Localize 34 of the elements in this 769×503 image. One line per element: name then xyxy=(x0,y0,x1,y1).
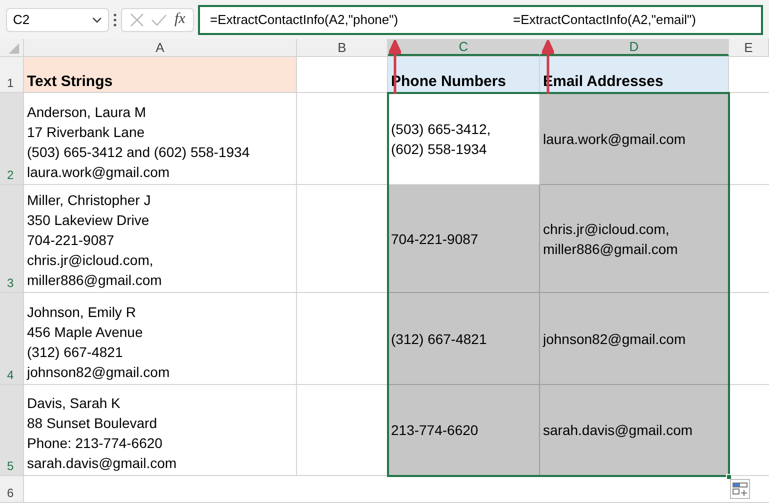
result-cell[interactable]: 704-221-9087 xyxy=(388,185,540,293)
column-header[interactable]: E xyxy=(729,39,769,56)
result-cell[interactable]: chris.jr@icloud.com, miller886@gmail.com xyxy=(540,185,729,293)
checkmark-icon[interactable] xyxy=(151,14,168,26)
result-cell[interactable]: (312) 667-4821 xyxy=(388,293,540,385)
row-header[interactable]: 1 xyxy=(0,57,24,93)
formula-bar[interactable]: =ExtractContactInfo(A2,"phone") =ExtractContactInfo(A2,"email") xyxy=(198,4,763,34)
cancel-icon[interactable] xyxy=(130,12,144,26)
result-cell[interactable]: laura.work@gmail.com xyxy=(540,93,729,185)
paste-options-icon[interactable] xyxy=(730,479,750,499)
result-cell[interactable]: (503) 665-3412, (602) 558-1934 xyxy=(388,93,540,185)
column-header[interactable]: C xyxy=(388,39,540,56)
formula-text: =ExtractContactInfo(A2,"email") xyxy=(513,10,696,29)
row-header[interactable]: 4 xyxy=(0,293,24,385)
row-header[interactable]: 3 xyxy=(0,185,24,293)
result-cell[interactable]: 213-774-6620 xyxy=(388,385,540,476)
column-header[interactable]: A xyxy=(24,39,297,56)
chevron-down-icon xyxy=(92,16,102,22)
insert-function-button[interactable]: fx xyxy=(174,8,186,31)
row-header[interactable]: 6 xyxy=(0,476,24,503)
text-cell: Miller, Christopher J 350 Lakeview Drive 704-221-9087 chris.jr@icloud.com, miller886@gmail.com xyxy=(24,185,297,293)
text-cell: Anderson, Laura M 17 Riverbank Lane (503) 665-3412 and (602) 558-1934 laura.work@gmail.com xyxy=(24,93,297,185)
name-box[interactable]: C2 xyxy=(6,8,109,32)
column-header[interactable]: D xyxy=(540,39,729,56)
result-cell[interactable]: johnson82@gmail.com xyxy=(540,293,729,385)
text-cell: Davis, Sarah K 88 Sunset Boulevard Phone: 213-774-6620 sarah.davis@gmail.com xyxy=(24,385,297,476)
row-header[interactable]: 5 xyxy=(0,385,24,476)
more-options-icon[interactable] xyxy=(113,12,117,26)
text-cell: Johnson, Emily R 456 Maple Avenue (312) 667-4821 johnson82@gmail.com xyxy=(24,293,297,385)
result-cell[interactable]: sarah.davis@gmail.com xyxy=(540,385,729,476)
formula-text: =ExtractContactInfo(A2,"phone") xyxy=(210,10,400,29)
row-header[interactable]: 2 xyxy=(0,93,24,185)
fill-handle[interactable] xyxy=(726,474,732,480)
header-cell: Text Strings xyxy=(24,57,297,93)
